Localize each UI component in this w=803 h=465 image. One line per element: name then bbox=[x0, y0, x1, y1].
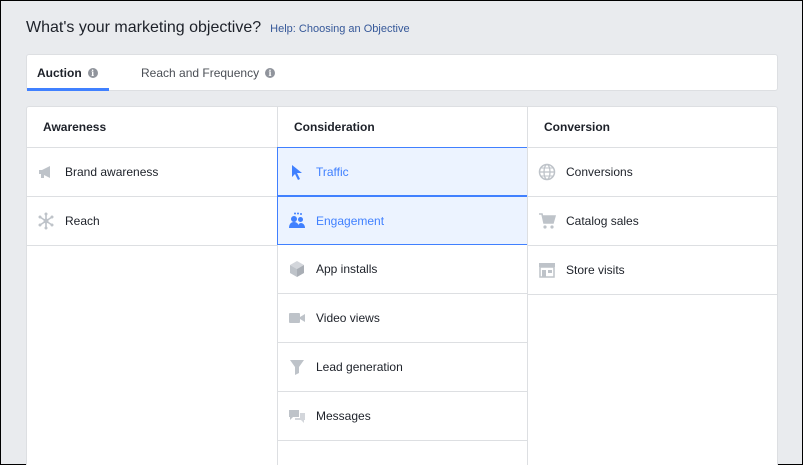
objective-label: Lead generation bbox=[316, 360, 403, 374]
tab-reach-and-frequency[interactable]: Reach and Frequency i bbox=[131, 55, 285, 90]
objective-label: Engagement bbox=[316, 213, 385, 228]
objective-label: Video views bbox=[316, 311, 380, 325]
objective-grid: Awareness Brand awareness Reach Consider… bbox=[26, 106, 778, 465]
reach-icon bbox=[37, 212, 55, 230]
page-title: What's your marketing objective? bbox=[26, 19, 262, 36]
column-conversion: Conversion Conversions Catalog sales Sto… bbox=[527, 107, 777, 465]
info-icon[interactable]: i bbox=[87, 67, 98, 78]
video-camera-icon bbox=[288, 309, 306, 327]
objective-label: Brand awareness bbox=[65, 165, 159, 179]
objective-conversions[interactable]: Conversions bbox=[528, 148, 777, 197]
help-link[interactable]: Help: Choosing an Objective bbox=[270, 23, 409, 35]
objective-traffic[interactable]: Traffic bbox=[277, 147, 528, 196]
objective-brand-awareness[interactable]: Brand awareness bbox=[27, 148, 277, 197]
page-header: What's your marketing objective? Help: C… bbox=[26, 19, 410, 37]
column-header-conversion: Conversion bbox=[528, 107, 777, 148]
buying-type-tabs: Auction i Reach and Frequency i bbox=[26, 54, 778, 91]
globe-icon bbox=[538, 163, 556, 181]
objective-reach[interactable]: Reach bbox=[27, 197, 277, 246]
objective-messages[interactable]: Messages bbox=[277, 392, 528, 441]
box-icon bbox=[288, 260, 306, 278]
column-header-consideration: Consideration bbox=[278, 107, 527, 148]
objective-catalog-sales[interactable]: Catalog sales bbox=[528, 197, 777, 246]
column-consideration: Consideration Traffic Engagement App ins… bbox=[277, 107, 528, 465]
objective-label: App installs bbox=[316, 262, 378, 276]
funnel-icon bbox=[288, 358, 306, 376]
store-icon bbox=[538, 261, 556, 279]
tab-reach-label: Reach and Frequency bbox=[141, 65, 260, 80]
cursor-icon bbox=[288, 163, 306, 181]
objective-video-views[interactable]: Video views bbox=[277, 294, 528, 343]
objective-label: Reach bbox=[65, 214, 100, 228]
objective-label: Catalog sales bbox=[566, 214, 639, 228]
megaphone-icon bbox=[37, 163, 55, 181]
objective-label: Messages bbox=[316, 409, 371, 423]
shopping-cart-icon bbox=[538, 212, 556, 230]
tab-auction[interactable]: Auction i bbox=[27, 55, 109, 91]
people-icon bbox=[288, 212, 306, 230]
objective-app-installs[interactable]: App installs bbox=[277, 245, 528, 294]
column-awareness: Awareness Brand awareness Reach bbox=[27, 107, 277, 465]
objective-label: Store visits bbox=[566, 263, 625, 277]
objective-store-visits[interactable]: Store visits bbox=[528, 246, 777, 295]
chat-bubbles-icon bbox=[288, 407, 306, 425]
column-header-awareness: Awareness bbox=[27, 107, 277, 148]
tab-auction-label: Auction bbox=[37, 65, 82, 80]
info-icon[interactable]: i bbox=[265, 67, 276, 78]
objective-label: Conversions bbox=[566, 165, 633, 179]
objective-label: Traffic bbox=[316, 164, 349, 179]
objective-lead-generation[interactable]: Lead generation bbox=[277, 343, 528, 392]
objective-engagement[interactable]: Engagement bbox=[277, 196, 528, 245]
